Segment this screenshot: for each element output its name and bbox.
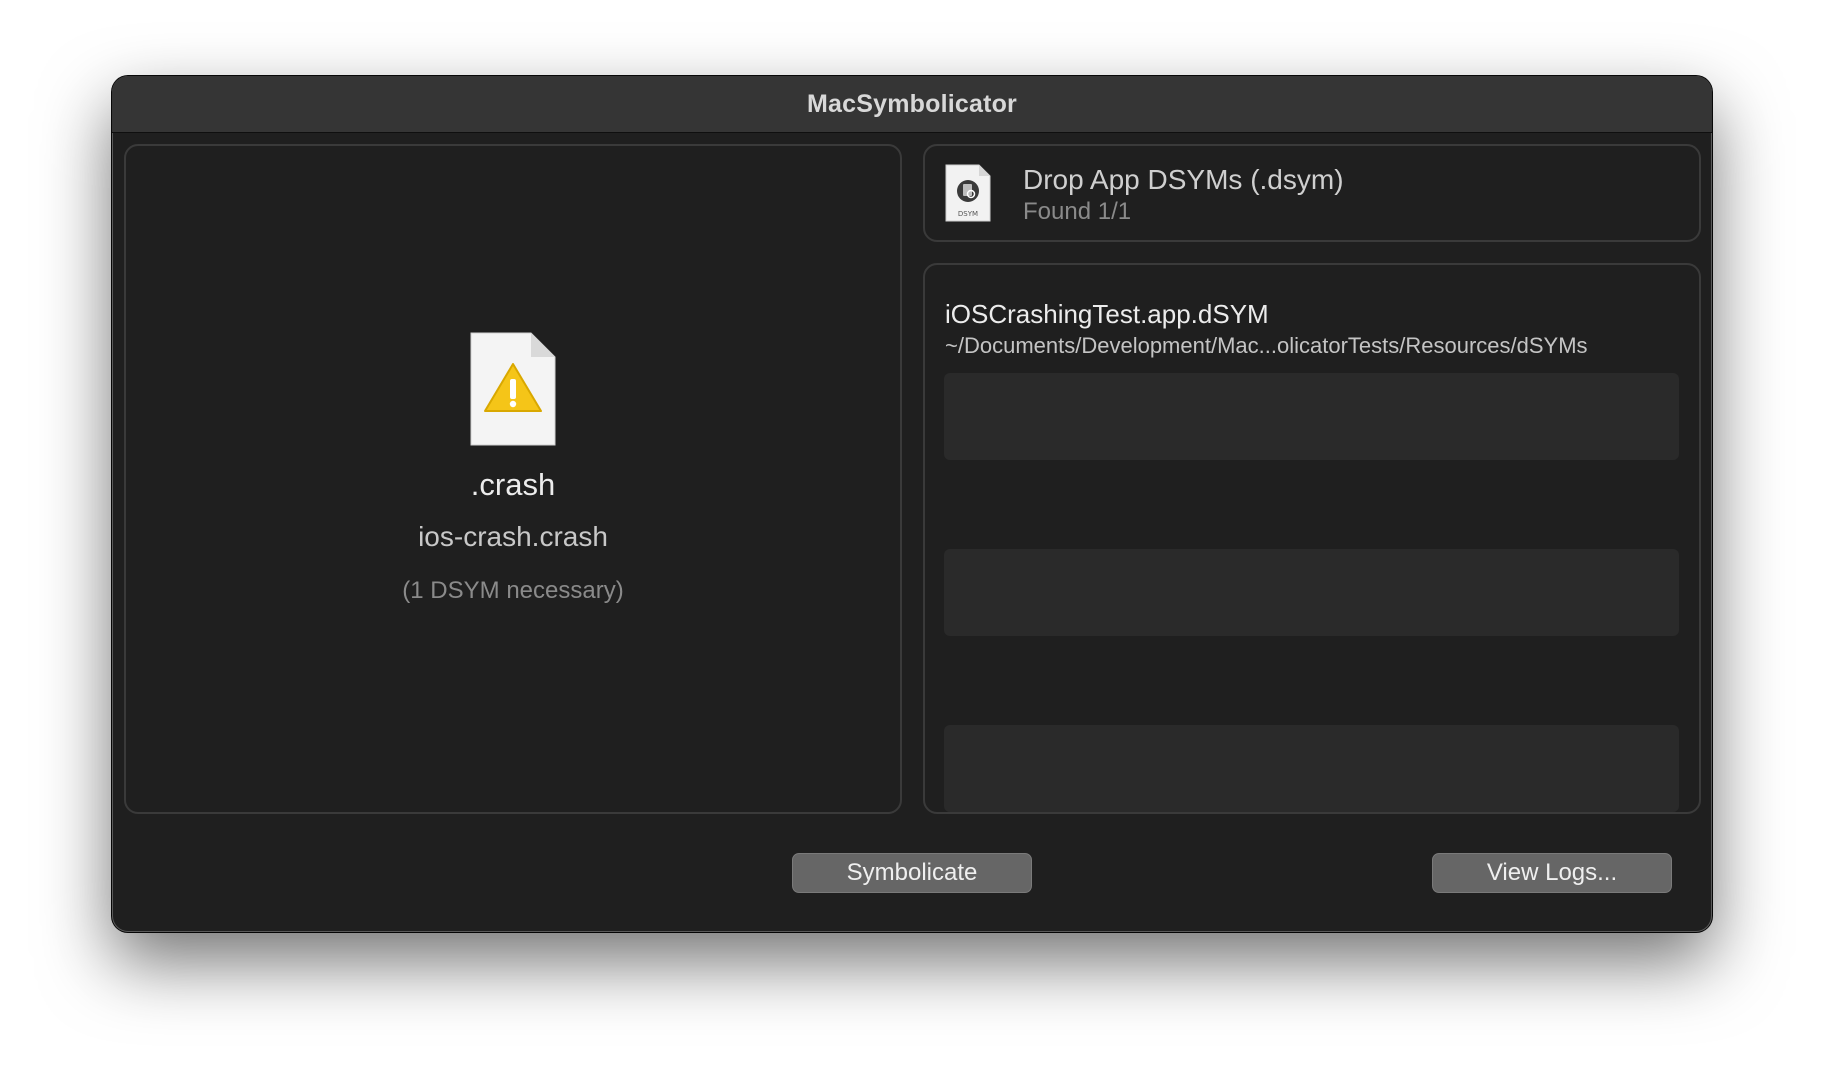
dsym-document-icon: DSYM	[945, 164, 991, 222]
dsym-drop-title: Drop App DSYMs (.dsym)	[1023, 164, 1344, 195]
list-row-empty	[944, 725, 1679, 812]
dsym-item-name: iOSCrashingTest.app.dSYM	[945, 299, 1269, 329]
symbolicate-button[interactable]: Symbolicate	[792, 853, 1032, 893]
list-row-empty	[944, 373, 1679, 460]
dsym-found-count: Found 1/1	[1023, 198, 1132, 225]
list-row-empty	[944, 549, 1679, 636]
window-title: MacSymbolicator	[806, 89, 1017, 118]
dsym-requirement-note: (1 DSYM necessary)	[402, 577, 624, 604]
dsym-list[interactable]: iOSCrashingTest.app.dSYM ~/Documents/Dev…	[923, 263, 1701, 814]
main-window: MacSymbolicator .crash ios-crash.crash (…	[112, 76, 1712, 932]
svg-text:DSYM: DSYM	[958, 210, 978, 218]
window-titlebar[interactable]: MacSymbolicator	[112, 76, 1712, 133]
view-logs-button[interactable]: View Logs...	[1432, 853, 1672, 893]
crash-drop-zone[interactable]: .crash ios-crash.crash (1 DSYM necessary…	[124, 144, 902, 814]
crash-filename: ios-crash.crash	[418, 521, 608, 552]
dsym-item-path: ~/Documents/Development/Mac...olicatorTe…	[945, 333, 1588, 358]
warning-document-icon	[469, 331, 557, 447]
crash-extension-label: .crash	[470, 467, 556, 502]
dsym-drop-zone[interactable]: DSYM Drop App DSYMs (.dsym) Found 1/1	[923, 144, 1701, 242]
crash-file-info: .crash ios-crash.crash (1 DSYM necessary…	[126, 331, 900, 605]
